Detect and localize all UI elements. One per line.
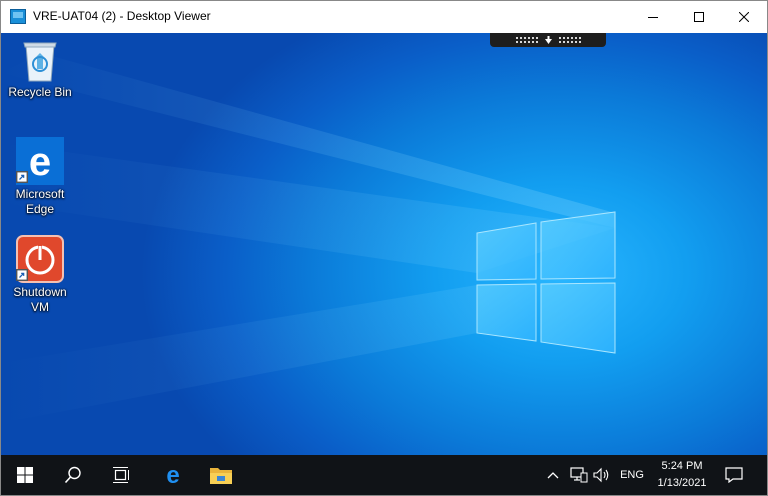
desktop-icon-recycle-bin[interactable]: Recycle Bin [5, 39, 75, 100]
maximize-icon [694, 12, 704, 22]
speaker-icon [593, 467, 609, 483]
taskbar-edge-button[interactable]: e [149, 455, 197, 495]
desktop-viewer-icon [10, 9, 26, 24]
notifications-icon [725, 467, 743, 483]
taskbar-clock[interactable]: 5:24 PM 1/13/2021 [649, 458, 715, 492]
search-icon [64, 466, 81, 484]
shortcut-arrow-icon [16, 171, 28, 183]
svg-text:e: e [29, 140, 51, 184]
clock-time: 5:24 PM [661, 460, 703, 472]
close-button[interactable] [721, 1, 767, 33]
volume-button[interactable] [591, 455, 613, 495]
network-button[interactable] [567, 455, 591, 495]
file-explorer-icon [210, 468, 232, 484]
clock-date: 1/13/2021 [657, 477, 707, 489]
close-icon [739, 12, 749, 22]
action-center-button[interactable] [717, 455, 751, 495]
minimize-icon [648, 17, 658, 18]
title-bar[interactable]: VRE-UAT04 (2) - Desktop Viewer [1, 1, 767, 33]
maximize-button[interactable] [676, 1, 722, 33]
network-icon [570, 467, 588, 483]
remote-desktop[interactable]: Recycle Bin e Microsoft Edge Shutdown VM [1, 33, 767, 455]
viewer-toolbar-handle[interactable] [490, 33, 606, 47]
show-hidden-icons-button[interactable] [543, 455, 563, 495]
start-button[interactable] [1, 455, 49, 495]
window-title: VRE-UAT04 (2) - Desktop Viewer [33, 9, 211, 23]
shortcut-arrow-icon [16, 269, 28, 281]
svg-text:e: e [166, 464, 179, 486]
desktop-icon-label: Recycle Bin [8, 85, 72, 99]
task-view-icon [113, 467, 129, 483]
input-language-indicator[interactable]: ENG [615, 455, 649, 495]
search-button[interactable] [49, 455, 97, 495]
desktop-icon-microsoft-edge[interactable]: e Microsoft Edge [5, 137, 75, 217]
edge-icon: e [166, 464, 179, 486]
desktop-viewer-window: VRE-UAT04 (2) - Desktop Viewer Recycle B… [0, 0, 768, 496]
chevron-up-icon [547, 472, 559, 479]
recycle-bin-icon [23, 42, 57, 82]
taskbar: e ENG 5:24 PM 1/13/2021 [1, 455, 767, 495]
arrow-down-icon [544, 35, 552, 44]
taskbar-file-explorer-button[interactable] [197, 455, 245, 495]
desktop-icon-label: Shutdown VM [13, 285, 67, 314]
task-view-button[interactable] [97, 455, 145, 495]
windows-wallpaper [1, 53, 616, 423]
minimize-button[interactable] [630, 1, 676, 33]
start-icon [17, 467, 33, 483]
desktop-icon-shutdown-vm[interactable]: Shutdown VM [5, 235, 75, 315]
desktop-icon-label: Microsoft Edge [15, 187, 65, 216]
